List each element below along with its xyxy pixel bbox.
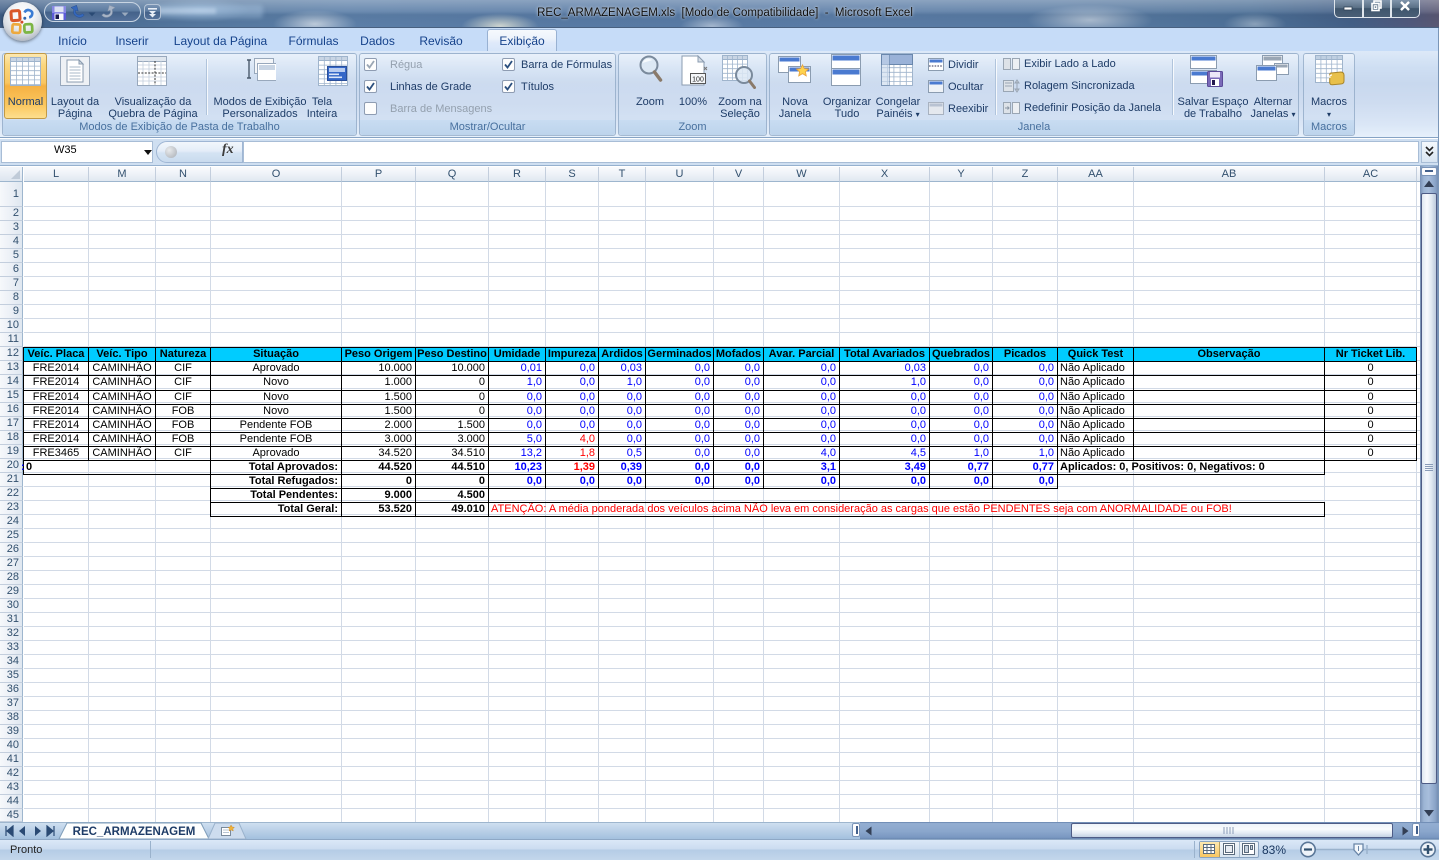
svg-text:100: 100 xyxy=(692,77,704,84)
svg-text:REC_ARMAZENAGEM: REC_ARMAZENAGEM xyxy=(73,826,196,838)
